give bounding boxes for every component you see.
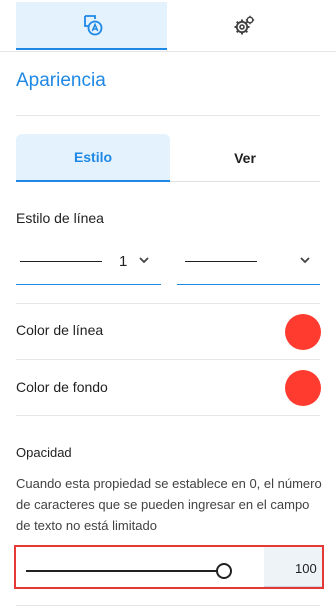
line-width-select[interactable]: 1 (16, 239, 161, 285)
line-dash-preview (185, 261, 257, 262)
opacity-slider-handle[interactable] (216, 563, 232, 579)
style-view-toggle: Estilo Ver (16, 134, 320, 182)
divider (16, 115, 320, 116)
line-dash-select[interactable] (177, 239, 320, 285)
chevron-down-icon (139, 257, 149, 264)
line-width-value: 1 (119, 253, 128, 270)
opacity-value-text: 100 (295, 561, 317, 576)
opacity-slider-track[interactable] (26, 570, 226, 572)
line-color-swatch[interactable] (285, 314, 321, 350)
background-color-label: Color de fondo (16, 379, 108, 395)
divider (16, 415, 320, 416)
opacity-slider-row: 100 (14, 545, 324, 589)
tab-settings[interactable] (167, 2, 320, 50)
view-tab[interactable]: Ver (170, 134, 320, 182)
chevron-down-icon (300, 257, 310, 264)
divider (16, 303, 320, 304)
tab-appearance[interactable] (16, 2, 167, 50)
gear-icon (234, 15, 254, 35)
opacity-description: Cuando esta propiedad se establece en 0,… (16, 476, 322, 533)
line-width-preview (20, 261, 102, 262)
line-style-label: Estilo de línea (16, 210, 104, 226)
line-color-label: Color de línea (16, 322, 104, 338)
divider (16, 359, 320, 360)
opacity-label: Opacidad (16, 445, 72, 460)
text-style-icon (83, 15, 102, 36)
top-tab-bar (0, 0, 336, 52)
background-color-swatch[interactable] (285, 370, 321, 406)
style-tab[interactable]: Estilo (16, 134, 170, 182)
section-title: Apariencia (16, 70, 106, 91)
divider (16, 605, 320, 606)
